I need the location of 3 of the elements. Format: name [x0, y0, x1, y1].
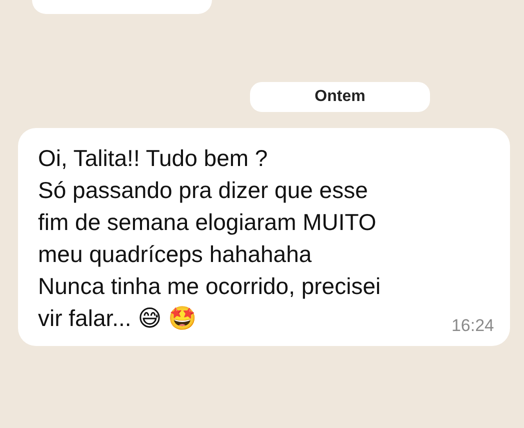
- message-time: 16:24: [451, 316, 494, 336]
- message-text: Oi, Talita!! Tudo bem ? Só passando pra dizer que esse fim de semana elogiaram MUITO meu quadríceps hahahaha Nunca tinha me ocorrido, precisei vir falar... 😅 🤩: [38, 144, 381, 333]
- date-separator: Ontem: [250, 82, 430, 112]
